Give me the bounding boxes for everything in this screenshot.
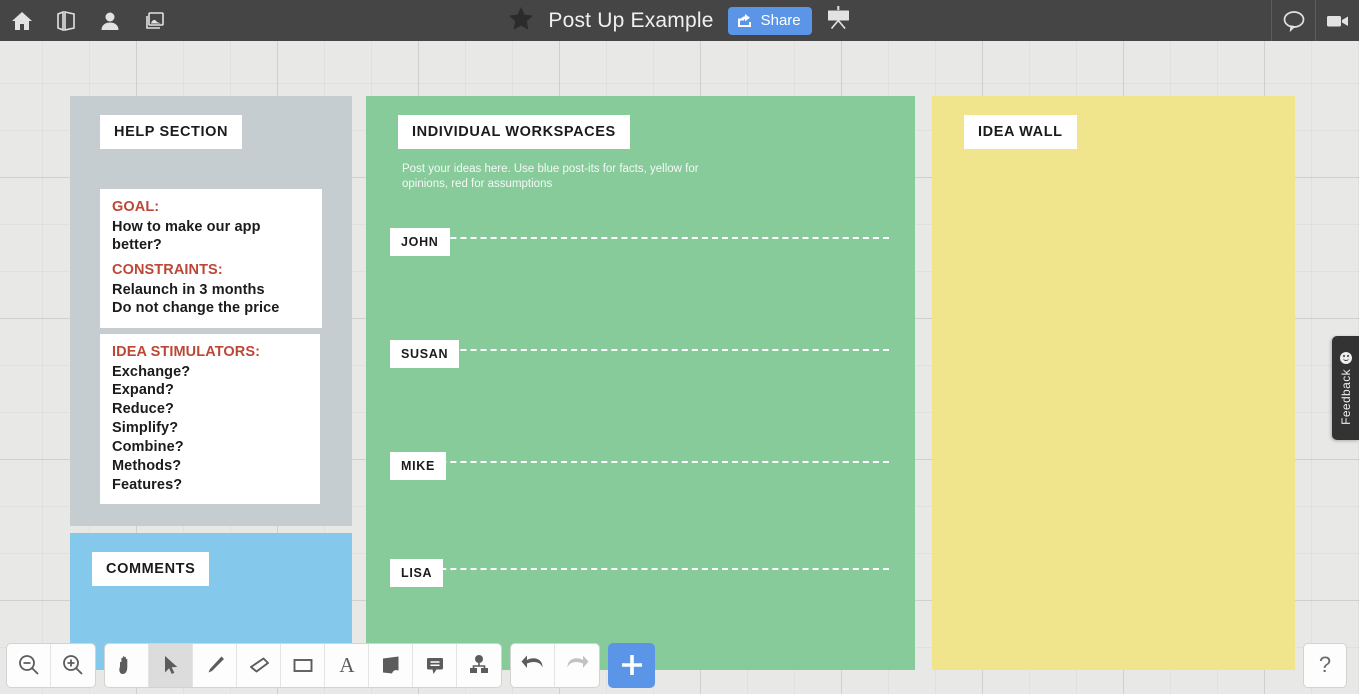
connector-tool[interactable] [457, 644, 501, 687]
feedback-tab[interactable]: Feedback [1332, 336, 1359, 440]
help-section-label: HELP SECTION [100, 115, 243, 149]
bottom-toolbar: A ? [0, 636, 1359, 694]
zoom-group [6, 642, 96, 688]
individual-workspaces-label: INDIVIDUAL WORKSPACES [398, 115, 630, 149]
rectangle-tool[interactable] [281, 643, 325, 687]
star-icon[interactable] [508, 6, 534, 36]
workspace-instructions: Post your ideas here. Use blue post-its … [402, 163, 699, 190]
people-icon[interactable] [88, 0, 132, 41]
share-icon [737, 14, 751, 27]
constraints-card[interactable]: CONSTRAINTS: Relaunch in 3 months Do not… [100, 252, 322, 329]
pen-tool[interactable] [193, 643, 237, 687]
smiley-face-icon [1339, 351, 1352, 364]
workspace-divider [390, 349, 889, 351]
add-button[interactable] [608, 642, 655, 688]
workspace-divider [390, 461, 889, 463]
svg-text:A: A [339, 653, 355, 677]
sticky-note-tool[interactable] [369, 643, 413, 687]
idea-stimulator-item: Expand? [112, 382, 174, 399]
zoom-out-tool[interactable] [7, 643, 51, 687]
constraints-card-line: Do not change the price [112, 300, 280, 317]
share-button[interactable]: Share [727, 6, 812, 35]
workspace-name-label: SUSAN [390, 340, 460, 368]
whiteboard-canvas[interactable]: HELP SECTION GOAL: How to make our app b… [0, 41, 1359, 694]
workspace-name-label: MIKE [390, 452, 447, 480]
video-icon[interactable] [1315, 0, 1359, 41]
constraints-card-line: Relaunch in 3 months [112, 281, 265, 298]
idea-stimulators-heading: IDEA STIMULATORS: [112, 344, 261, 360]
chat-icon[interactable] [1271, 0, 1315, 41]
select-tool[interactable] [149, 643, 193, 687]
share-button-label: Share [760, 12, 801, 29]
workspace-divider [390, 237, 889, 239]
goal-card-line: How to make our app better? [112, 218, 261, 254]
home-icon[interactable] [0, 0, 44, 41]
page-title: Post Up Example [548, 8, 714, 32]
workspace-name-label: LISA [390, 559, 444, 587]
individual-workspaces-panel[interactable]: INDIVIDUAL WORKSPACES Post your ideas he… [366, 96, 915, 670]
idea-stimulator-item: Exchange? [112, 363, 191, 380]
help-section-panel[interactable]: HELP SECTION GOAL: How to make our app b… [70, 96, 352, 526]
goal-card-heading: GOAL: [112, 199, 160, 215]
idea-stimulator-item: Reduce? [112, 401, 174, 418]
presentation-icon[interactable] [826, 6, 851, 35]
idea-stimulator-item: Methods? [112, 457, 182, 474]
topbar-right-icons [1271, 0, 1359, 41]
idea-stimulators-card[interactable]: IDEA STIMULATORS: Exchange? Expand? Redu… [100, 334, 320, 505]
text-tool[interactable]: A [325, 643, 369, 687]
history-group [510, 642, 600, 688]
idea-wall-panel[interactable]: IDEA WALL [932, 96, 1295, 670]
idea-stimulator-item: Combine? [112, 438, 184, 455]
redo-tool[interactable] [555, 644, 599, 687]
images-icon[interactable] [132, 0, 176, 41]
panels-icon[interactable] [44, 0, 88, 41]
comments-label: COMMENTS [92, 552, 210, 586]
feedback-label: Feedback [1338, 368, 1353, 425]
help-button[interactable]: ? [1303, 642, 1347, 688]
idea-wall-label: IDEA WALL [964, 115, 1077, 149]
comment-tool[interactable] [413, 643, 457, 687]
undo-tool[interactable] [511, 643, 555, 687]
eraser-tool[interactable] [237, 643, 281, 687]
idea-stimulator-item: Features? [112, 476, 183, 493]
workspace-name-label: JOHN [390, 228, 450, 256]
constraints-card-heading: CONSTRAINTS: [112, 262, 223, 278]
hand-tool[interactable] [105, 643, 149, 687]
workspace-divider [390, 568, 889, 570]
idea-stimulator-item: Simplify? [112, 420, 179, 437]
top-toolbar: Post Up Example Share [0, 0, 1359, 41]
zoom-in-tool[interactable] [51, 644, 95, 687]
draw-group: A [104, 642, 502, 688]
